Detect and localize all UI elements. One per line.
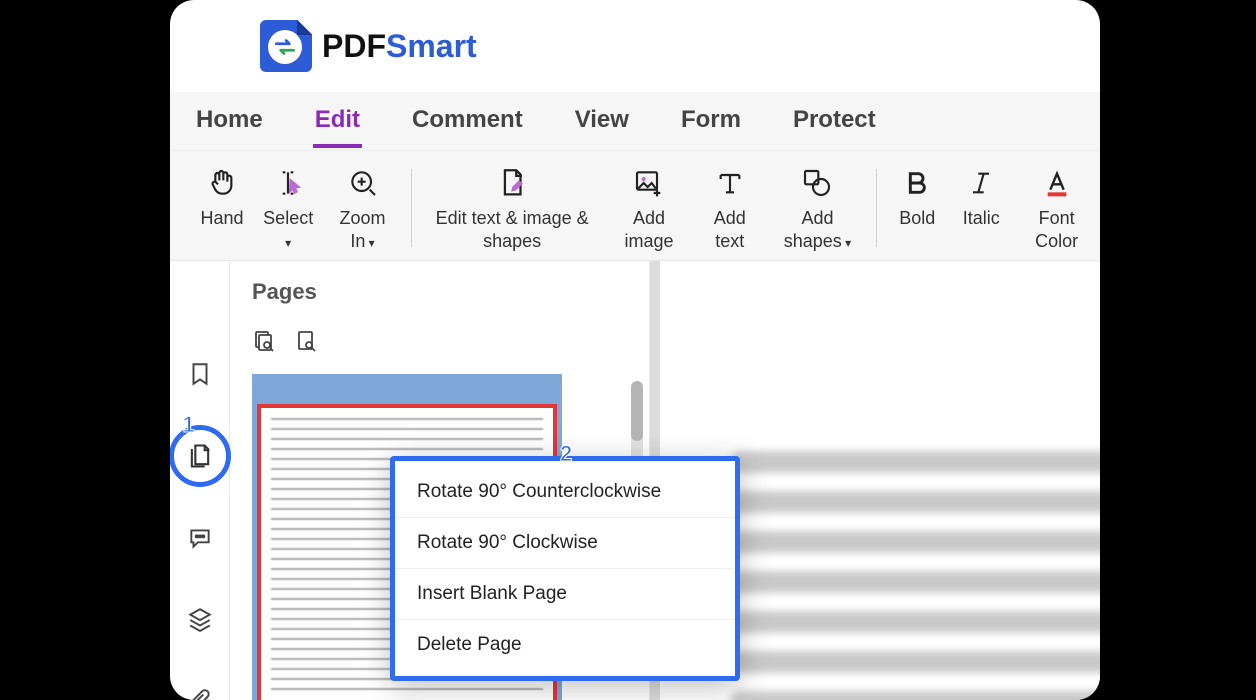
text-line-placeholder [730,451,1100,473]
zoom-in-icon [345,165,381,201]
menu-delete-page[interactable]: Delete Page [395,620,735,670]
tool-edit-text-shapes[interactable]: Edit text & image & shapes [419,161,604,252]
edit-doc-icon [494,165,530,201]
step-badge-2: 2 [560,441,572,467]
toolbar-divider [411,169,412,247]
tab-form[interactable]: Form [679,92,743,148]
italic-icon [963,165,999,201]
hand-icon [204,165,240,201]
sidebar-comments-icon[interactable] [185,525,215,551]
sidebar-pages-icon[interactable]: 1 [185,442,215,470]
tab-home[interactable]: Home [194,92,265,148]
sidebar-layers-icon[interactable] [185,606,215,632]
text-line-placeholder [730,651,1100,673]
cursor-text-icon [270,165,306,201]
swap-arrows-icon [272,34,298,60]
tab-protect[interactable]: Protect [791,92,878,148]
tab-edit[interactable]: Edit [313,92,362,148]
shapes-icon [799,165,835,201]
page-search-prev-icon[interactable] [252,329,276,358]
font-color-icon [1039,165,1075,201]
sidebar-attachments-icon[interactable] [185,687,215,700]
text-line-placeholder [730,491,1100,513]
menu-rotate-ccw[interactable]: Rotate 90° Counterclockwise [395,467,735,518]
step-highlight-1 [170,425,231,487]
image-plus-icon [631,165,667,201]
tool-add-shapes[interactable]: Add shapes [766,161,868,252]
tool-font-color[interactable]: Font Color [1013,161,1100,252]
edit-toolbar: Hand Select Zoom In [170,151,1100,261]
sidebar-bookmarks-icon[interactable] [185,361,215,387]
text-icon [712,165,748,201]
menu-insert-blank[interactable]: Insert Blank Page [395,569,735,620]
main-tabs: Home Edit Comment View Form Protect [170,92,1100,151]
tab-view[interactable]: View [573,92,631,148]
text-line-placeholder [730,691,1100,700]
toolbar-divider [876,169,877,247]
tool-add-text[interactable]: Add text [693,161,766,252]
pages-panel: Pages 2 Rotate 90° Counterclockw [230,261,650,700]
text-line-placeholder [730,531,1100,553]
page-search-next-icon[interactable] [294,329,318,358]
step-badge-1: 1 [183,412,195,438]
tab-comment[interactable]: Comment [410,92,525,148]
logo-text: PDFSmart [322,28,477,65]
tool-bold[interactable]: Bold [885,161,949,230]
tool-select[interactable]: Select [254,161,322,252]
tool-zoom-in[interactable]: Zoom In [322,161,402,252]
text-line-placeholder [730,571,1100,593]
page-context-menu: Rotate 90° Counterclockwise Rotate 90° C… [390,456,740,681]
tool-hand[interactable]: Hand [190,161,254,230]
logo-mark-icon [260,20,312,72]
left-sidebar: 1 [170,261,230,700]
tool-add-image[interactable]: Add image [605,161,693,252]
bold-icon [899,165,935,201]
app-logo: PDFSmart [170,0,1100,92]
pages-panel-title: Pages [252,279,627,305]
text-line-placeholder [730,611,1100,633]
document-page [730,301,1100,700]
panel-scrollbar-thumb[interactable] [631,381,643,441]
menu-rotate-cw[interactable]: Rotate 90° Clockwise [395,518,735,569]
tool-italic[interactable]: Italic [949,161,1013,230]
